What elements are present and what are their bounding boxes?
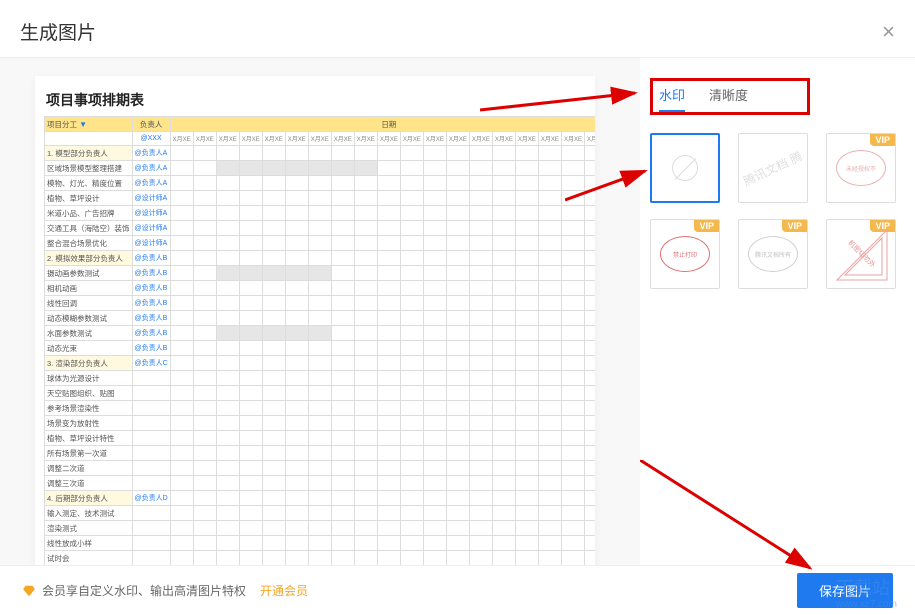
schedule-table: 项目分工 ▼负责人日期@XXXX月XEX月XEX月XEX月XEX月XEX月XEX…: [44, 116, 595, 566]
stamp-icon: 腾讯文档所有: [748, 236, 798, 272]
watermark-tx-docs[interactable]: 腾讯文档 腾: [738, 133, 808, 203]
dialog-header: 生成图片 ×: [0, 0, 915, 58]
watermark-confidential[interactable]: VIP 机密切勿外: [826, 219, 896, 289]
footer-promo: 会员享自定义水印、输出高清图片特权 开通会员: [22, 582, 308, 599]
vip-badge-icon: VIP: [782, 220, 807, 232]
preview-paper: 项目事项排期表 项目分工 ▼负责人日期@XXXX月XEX月XEX月XEX月XEX…: [35, 76, 595, 568]
dialog-title: 生成图片: [20, 18, 96, 45]
no-watermark-icon: [672, 155, 698, 181]
tab-clarity[interactable]: 清晰度: [709, 85, 748, 112]
watermark-preview-text: 腾讯文档 腾: [741, 147, 806, 189]
stamp-icon: 禁止打印: [660, 236, 710, 272]
save-image-button[interactable]: 保存图片: [797, 573, 893, 608]
tabs-highlight-box: 水印 清晰度: [650, 78, 810, 115]
close-icon[interactable]: ×: [882, 19, 895, 45]
footer: 会员享自定义水印、输出高清图片特权 开通会员 保存图片: [0, 565, 915, 615]
vip-badge-icon: VIP: [694, 220, 719, 232]
watermark-tx-only[interactable]: VIP 腾讯文档所有: [738, 219, 808, 289]
vip-badge-icon: VIP: [870, 134, 895, 146]
watermark-grid: 腾讯文档 腾 VIP 未经授权不 VIP 禁止打印 VIP 腾讯文档所有 VIP…: [650, 133, 895, 289]
stamp-icon: 未经授权不: [836, 150, 886, 186]
open-vip-link[interactable]: 开通会员: [260, 582, 308, 599]
watermark-none[interactable]: [650, 133, 720, 203]
watermark-no-print[interactable]: VIP 禁止打印: [650, 219, 720, 289]
promo-text: 会员享自定义水印、输出高清图片特权: [42, 582, 246, 599]
diamond-icon: [22, 584, 36, 598]
side-panel: 水印 清晰度 腾讯文档 腾 VIP 未经授权不 VIP 禁止打印 VIP 腾讯文…: [640, 58, 915, 568]
watermark-unauth[interactable]: VIP 未经授权不: [826, 133, 896, 203]
tabs: 水印 清晰度: [659, 85, 801, 112]
triangle-outline-icon: [827, 220, 896, 289]
sheet-title: 项目事项排期表: [44, 86, 586, 116]
preview-area: 项目事项排期表 项目分工 ▼负责人日期@XXXX月XEX月XEX月XEX月XEX…: [0, 58, 640, 568]
tab-watermark[interactable]: 水印: [659, 85, 685, 112]
